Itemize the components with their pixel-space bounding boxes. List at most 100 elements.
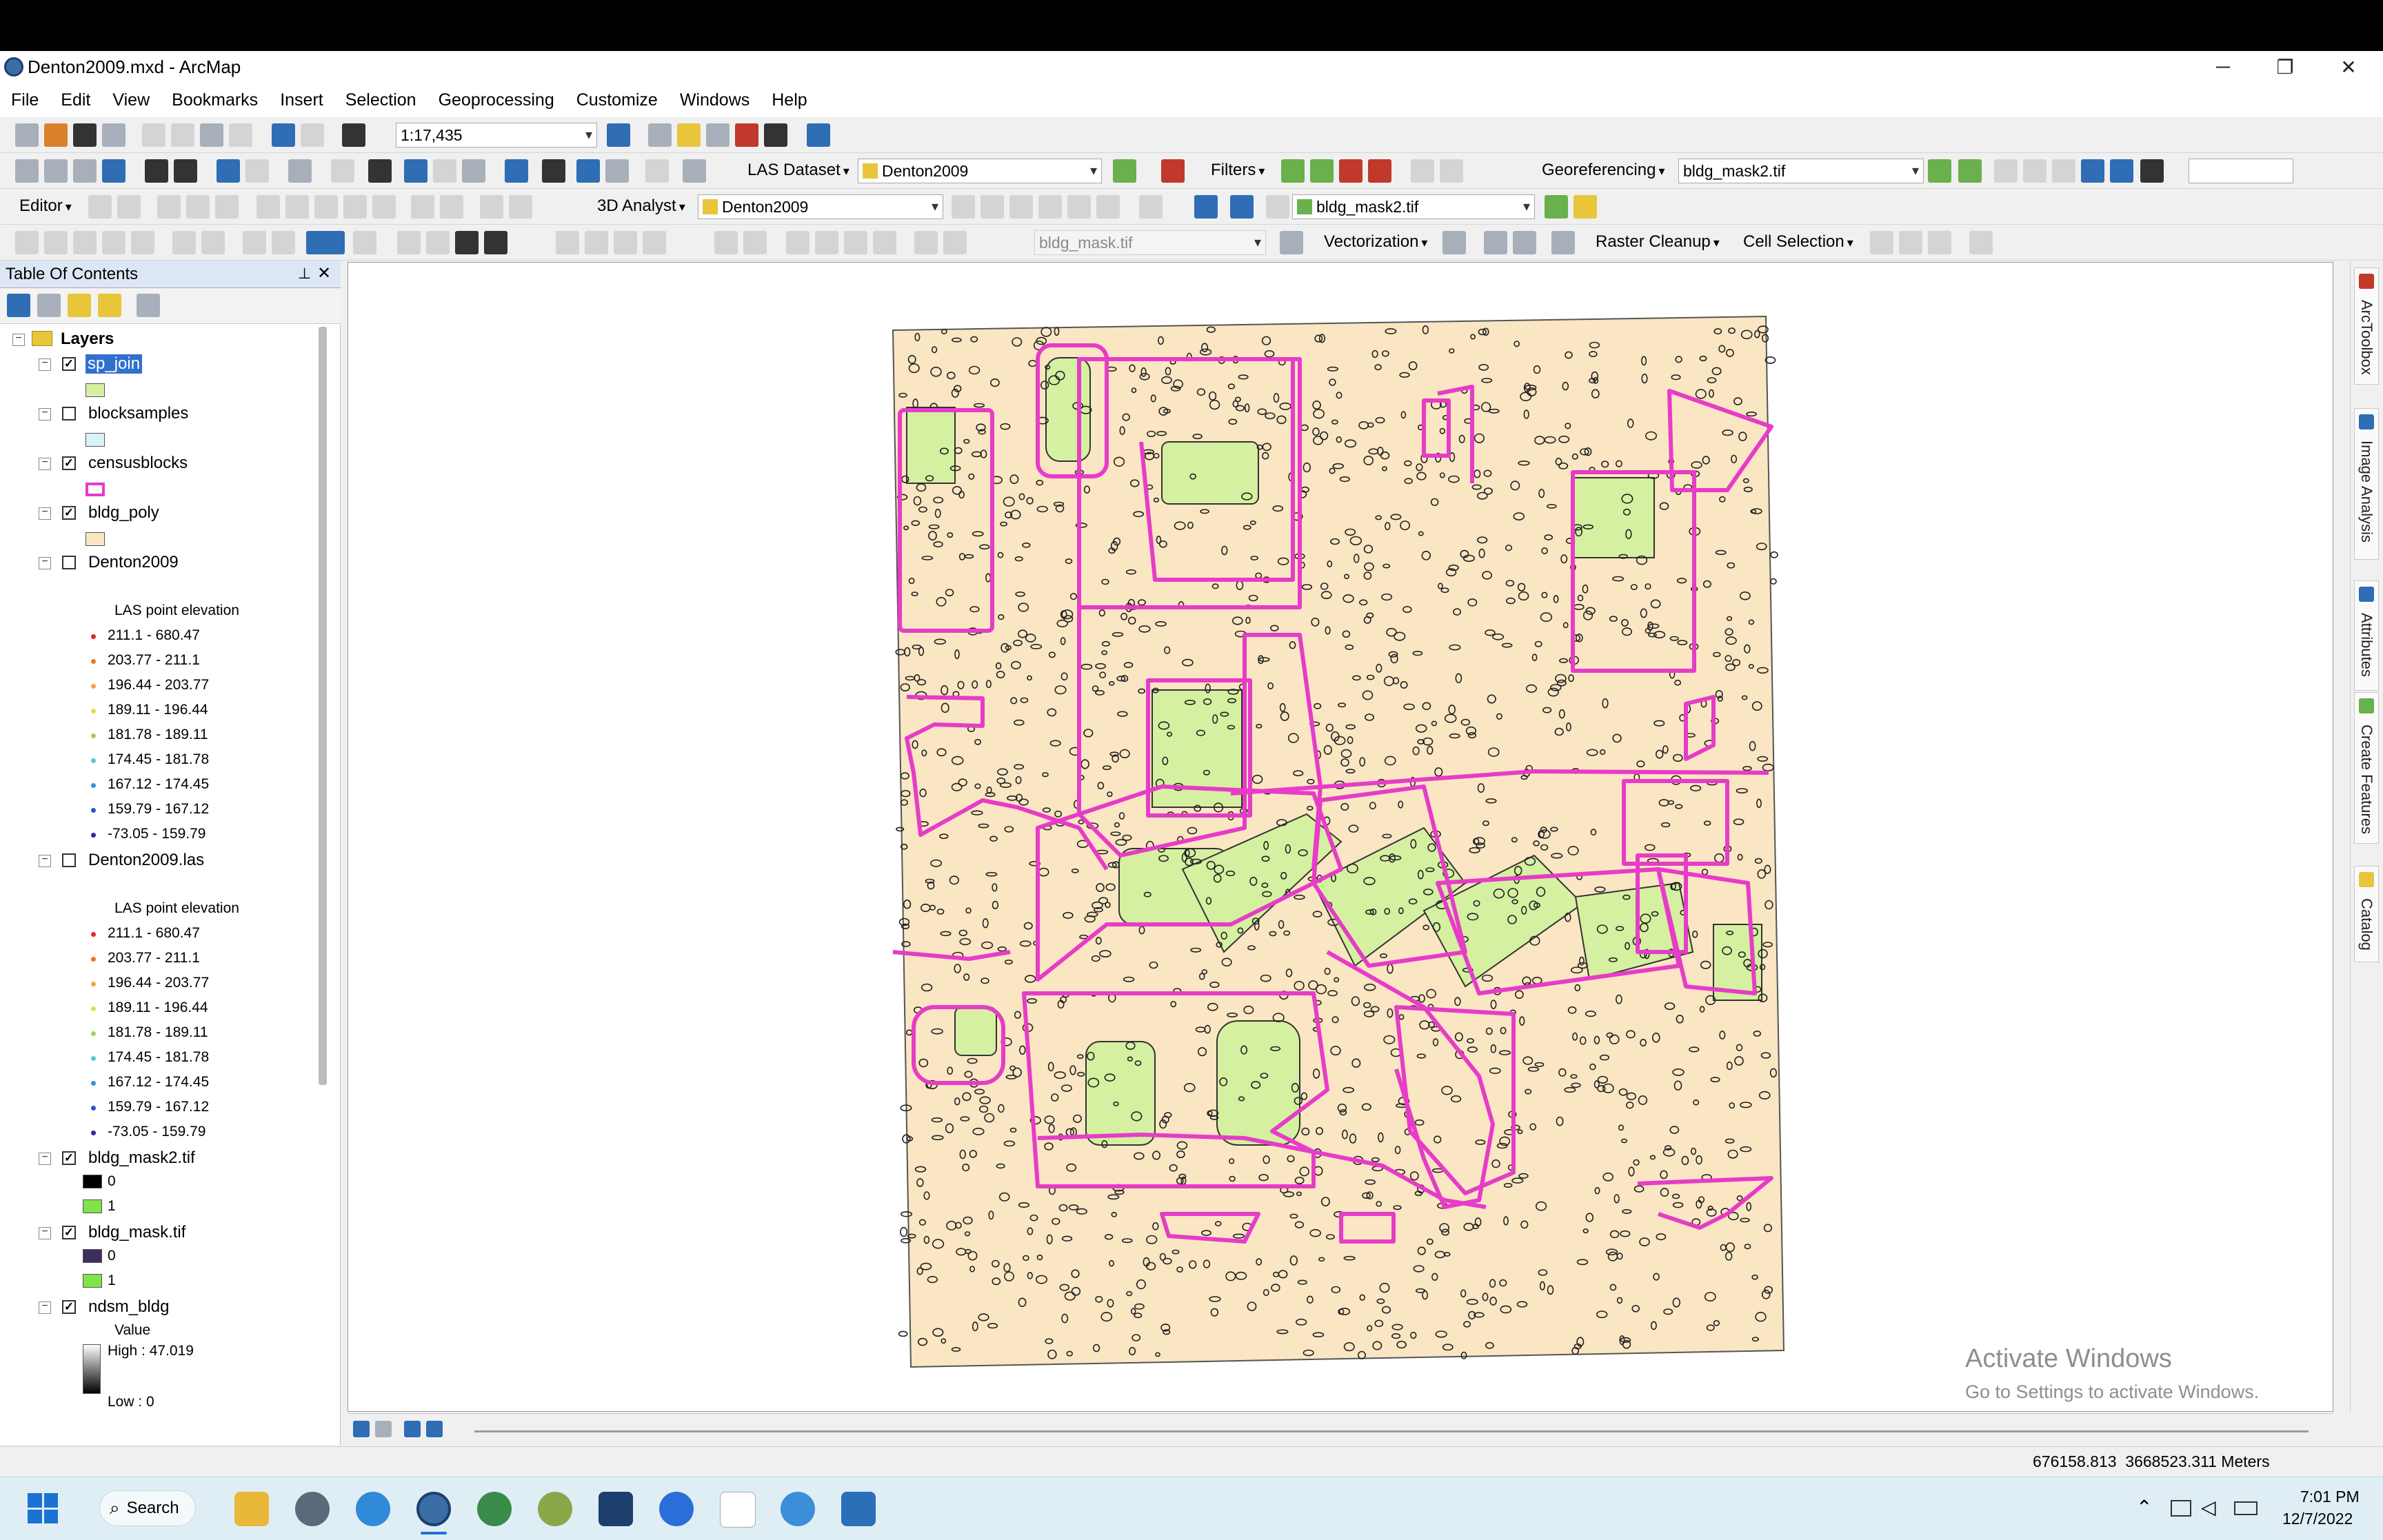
point-cloud-3d-icon[interactable] xyxy=(1310,159,1334,183)
go-to-xy-icon[interactable] xyxy=(605,159,629,183)
raster-layer-combo[interactable]: bldg_mask2.tif ▾ xyxy=(1292,194,1535,219)
layer-visibility-checkbox[interactable]: ✓ xyxy=(62,1151,76,1165)
maximize-button[interactable]: ❐ xyxy=(2258,51,2313,83)
layer-visibility-checkbox[interactable]: ✓ xyxy=(62,506,76,520)
globe-app-icon[interactable] xyxy=(781,1492,815,1526)
viewer-icon[interactable] xyxy=(2110,159,2133,183)
vectorization-settings-icon[interactable] xyxy=(1280,231,1303,254)
collapse-icon[interactable]: − xyxy=(39,358,51,371)
generate-features-icon[interactable] xyxy=(1484,231,1507,254)
attributes-tab[interactable]: Attributes xyxy=(2354,580,2379,691)
menu-bookmarks[interactable]: Bookmarks xyxy=(161,90,269,110)
document-icon[interactable] xyxy=(720,1492,756,1528)
layer-visibility-checkbox[interactable]: ✓ xyxy=(62,456,76,470)
pin-icon[interactable]: ⊥ xyxy=(298,265,311,283)
editor-dropdown[interactable]: Editor ▾ xyxy=(19,196,72,216)
layer-name-bldg-mask2[interactable]: bldg_mask2.tif xyxy=(88,1148,195,1168)
menu-selection[interactable]: Selection xyxy=(334,90,428,110)
menu-help[interactable]: Help xyxy=(761,90,818,110)
zoom-in-icon[interactable] xyxy=(15,159,39,183)
link-table-icon[interactable] xyxy=(2081,159,2104,183)
export-map-icon[interactable] xyxy=(484,231,507,254)
close-window-button[interactable]: ✕ xyxy=(2321,51,2376,83)
list-by-drawing-order-icon[interactable] xyxy=(7,294,30,317)
find-route-icon[interactable] xyxy=(576,159,600,183)
menu-insert[interactable]: Insert xyxy=(269,90,334,110)
clock-date[interactable]: 12/7/2022 xyxy=(2282,1510,2353,1528)
edge-browser-icon[interactable] xyxy=(356,1492,390,1526)
clock-time[interactable]: 7:01 PM xyxy=(2300,1488,2360,1506)
layer-name-denton2009-las[interactable]: Denton2009.las xyxy=(88,851,204,870)
collapse-icon[interactable]: − xyxy=(39,1301,51,1314)
create-features-tab[interactable]: Create Features xyxy=(2354,692,2379,844)
delete-icon[interactable] xyxy=(229,123,252,147)
search-window-icon[interactable] xyxy=(706,123,730,147)
toc-scrollbar-thumb[interactable] xyxy=(319,327,327,1085)
arcglobe-taskbar-icon[interactable] xyxy=(477,1492,512,1526)
menu-customize[interactable]: Customize xyxy=(565,90,669,110)
fixed-zoom-in-icon[interactable] xyxy=(145,159,168,183)
filters-dropdown[interactable]: Filters ▾ xyxy=(1211,161,1265,180)
toc-options-icon[interactable] xyxy=(137,294,160,317)
pause-drawing-icon[interactable] xyxy=(426,1421,443,1437)
cell-selection-dropdown[interactable]: Cell Selection ▾ xyxy=(1743,232,1853,252)
catalog-window-icon[interactable] xyxy=(677,123,701,147)
taskbar-search-box[interactable]: ⌕ Search xyxy=(99,1490,196,1526)
back-extent-icon[interactable] xyxy=(217,159,240,183)
collapse-icon[interactable]: − xyxy=(39,407,51,421)
collapse-icon[interactable]: − xyxy=(39,854,51,867)
settings-gear-icon[interactable] xyxy=(295,1492,330,1526)
menu-windows[interactable]: Windows xyxy=(669,90,761,110)
georef-extra-field[interactable] xyxy=(2189,159,2293,183)
select-features-icon[interactable] xyxy=(288,159,312,183)
las-surface-symbology-icon[interactable] xyxy=(1161,159,1185,183)
las-layer-combo[interactable]: Denton2009 ▾ xyxy=(858,159,1102,183)
copy-icon[interactable] xyxy=(171,123,194,147)
new-document-icon[interactable] xyxy=(15,123,39,147)
color-swatch-icon[interactable] xyxy=(306,231,345,254)
print-preview-icon[interactable] xyxy=(455,231,479,254)
3d-analyst-layer-combo[interactable]: Denton2009 ▾ xyxy=(698,194,943,219)
paste-icon[interactable] xyxy=(200,123,223,147)
identify-icon[interactable] xyxy=(404,159,428,183)
image-analysis-tab[interactable]: Image Analysis xyxy=(2354,408,2379,560)
layer-name-bldg-mask[interactable]: bldg_mask.tif xyxy=(88,1223,185,1242)
model-builder-icon[interactable] xyxy=(807,123,830,147)
fme-icon[interactable] xyxy=(599,1492,633,1526)
layer-visibility-checkbox[interactable] xyxy=(62,407,76,421)
arctoolbox-tab[interactable]: ArcToolbox xyxy=(2354,267,2379,385)
georef-layer-combo[interactable]: bldg_mask2.tif ▾ xyxy=(1678,159,1924,183)
cut-icon[interactable] xyxy=(142,123,165,147)
battery-icon[interactable] xyxy=(2234,1501,2258,1515)
pan-hand-icon[interactable] xyxy=(73,159,97,183)
arcmap-taskbar-icon[interactable] xyxy=(416,1492,451,1526)
forward-extent-icon[interactable] xyxy=(245,159,269,183)
arcglobe-icon[interactable] xyxy=(1230,195,1254,219)
collapse-icon[interactable]: − xyxy=(12,333,25,346)
open-folder-icon[interactable] xyxy=(44,123,68,147)
pencil-icon[interactable] xyxy=(1513,231,1536,254)
viewer-window-icon[interactable] xyxy=(683,159,706,183)
las-classify-icon[interactable] xyxy=(1368,159,1391,183)
collapse-icon[interactable]: − xyxy=(39,1152,51,1165)
python-window-icon[interactable] xyxy=(764,123,787,147)
add-control-points-icon[interactable] xyxy=(1928,159,1951,183)
find-binoculars-icon[interactable] xyxy=(542,159,565,183)
minimize-button[interactable]: ─ xyxy=(2195,51,2251,83)
arcscene-taskbar-icon[interactable] xyxy=(538,1492,572,1526)
layer-name-ndsm-bldg[interactable]: ndsm_bldg xyxy=(88,1297,169,1317)
auto-registration-icon[interactable] xyxy=(1958,159,1982,183)
layer-visibility-checkbox[interactable] xyxy=(62,853,76,867)
zoom-out-icon[interactable] xyxy=(44,159,68,183)
collapse-icon[interactable]: − xyxy=(39,457,51,470)
undo-icon[interactable] xyxy=(272,123,295,147)
layer-name-blocksamples[interactable]: blocksamples xyxy=(88,404,188,423)
las-points-by-elevation-icon[interactable] xyxy=(1113,159,1136,183)
vpn-icon[interactable] xyxy=(659,1492,694,1526)
network-icon[interactable] xyxy=(2171,1500,2191,1517)
list-by-visibility-icon[interactable] xyxy=(68,294,91,317)
list-by-selection-icon[interactable] xyxy=(98,294,121,317)
html-popup-icon[interactable] xyxy=(462,159,485,183)
histogram-icon[interactable] xyxy=(1573,195,1597,219)
list-by-source-icon[interactable] xyxy=(37,294,61,317)
